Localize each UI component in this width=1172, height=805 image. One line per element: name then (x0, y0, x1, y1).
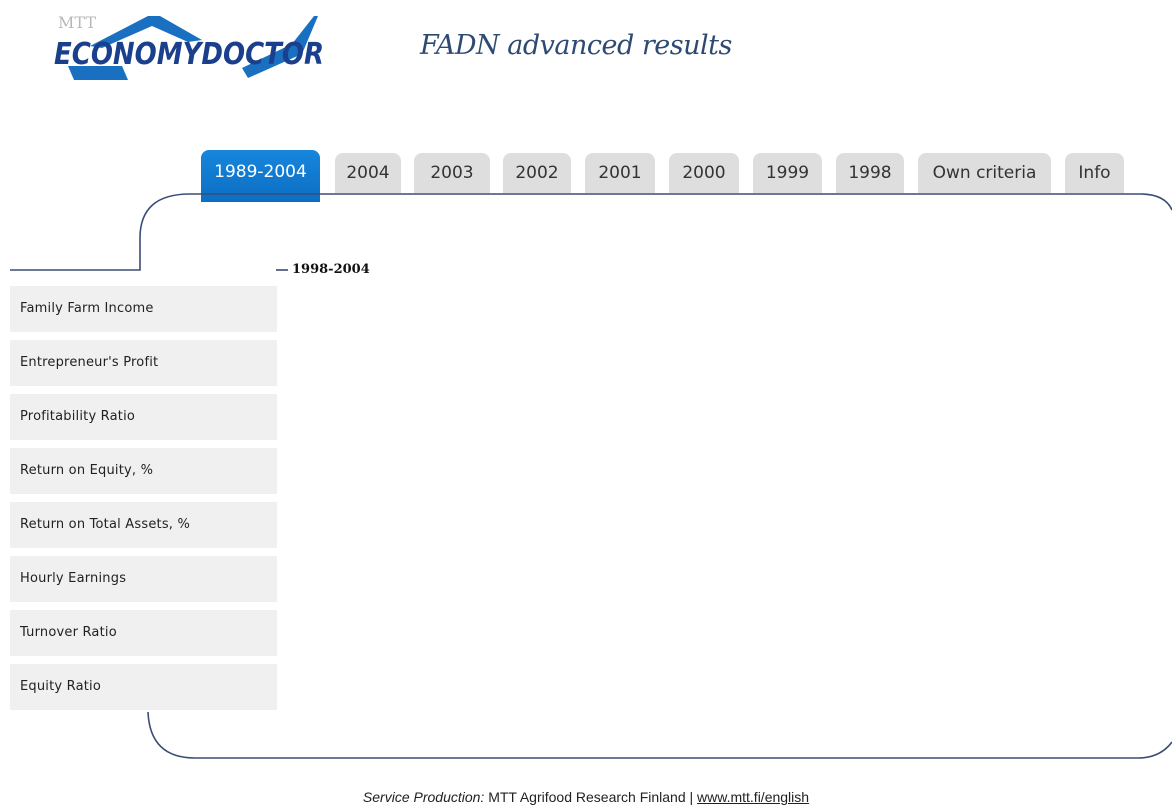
tab-info[interactable]: Info (1065, 153, 1124, 193)
page-title: FADN advanced results (420, 30, 732, 61)
tab-2003[interactable]: 2003 (414, 153, 490, 193)
logo-small-text: MTT (58, 13, 96, 32)
tab-2001[interactable]: 2001 (585, 153, 655, 193)
tab-1998[interactable]: 1998 (836, 153, 904, 193)
footer-prefix: Service Production: (362, 789, 485, 805)
menu-item-hourly-earnings[interactable]: Hourly Earnings (10, 556, 277, 602)
footer-org: MTT Agrifood Research Finland | (488, 789, 694, 805)
tab-2004[interactable]: 2004 (335, 153, 401, 193)
menu-item-equity-ratio[interactable]: Equity Ratio (10, 664, 277, 710)
logo-graphic: MTT ECONOMYDOCTOR (54, 13, 324, 80)
logo-brand-text: ECONOMYDOCTOR (54, 37, 324, 72)
menu-item-return-on-equity[interactable]: Return on Equity, % (10, 448, 277, 494)
menu-item-return-on-total-assets[interactable]: Return on Total Assets, % (10, 502, 277, 548)
menu-item-entrepreneurs-profit[interactable]: Entrepreneur's Profit (10, 340, 277, 386)
menu-item-family-farm-income[interactable]: Family Farm Income (10, 286, 277, 332)
period-heading: 1998-2004 (292, 262, 370, 277)
menu-item-profitability-ratio[interactable]: Profitability Ratio (10, 394, 277, 440)
footer-link[interactable]: www.mtt.fi/english (697, 789, 809, 805)
indicator-menu: Family Farm Income Entrepreneur's Profit… (10, 286, 277, 718)
tab-2002[interactable]: 2002 (503, 153, 571, 193)
menu-item-turnover-ratio[interactable]: Turnover Ratio (10, 610, 277, 656)
footer: Service Production: MTT Agrifood Researc… (0, 789, 1172, 805)
tab-own-criteria[interactable]: Own criteria (918, 153, 1051, 193)
tab-1999[interactable]: 1999 (753, 153, 822, 193)
economydoctor-logo[interactable]: MTT ECONOMYDOCTOR (52, 8, 342, 88)
tab-2000[interactable]: 2000 (669, 153, 739, 193)
